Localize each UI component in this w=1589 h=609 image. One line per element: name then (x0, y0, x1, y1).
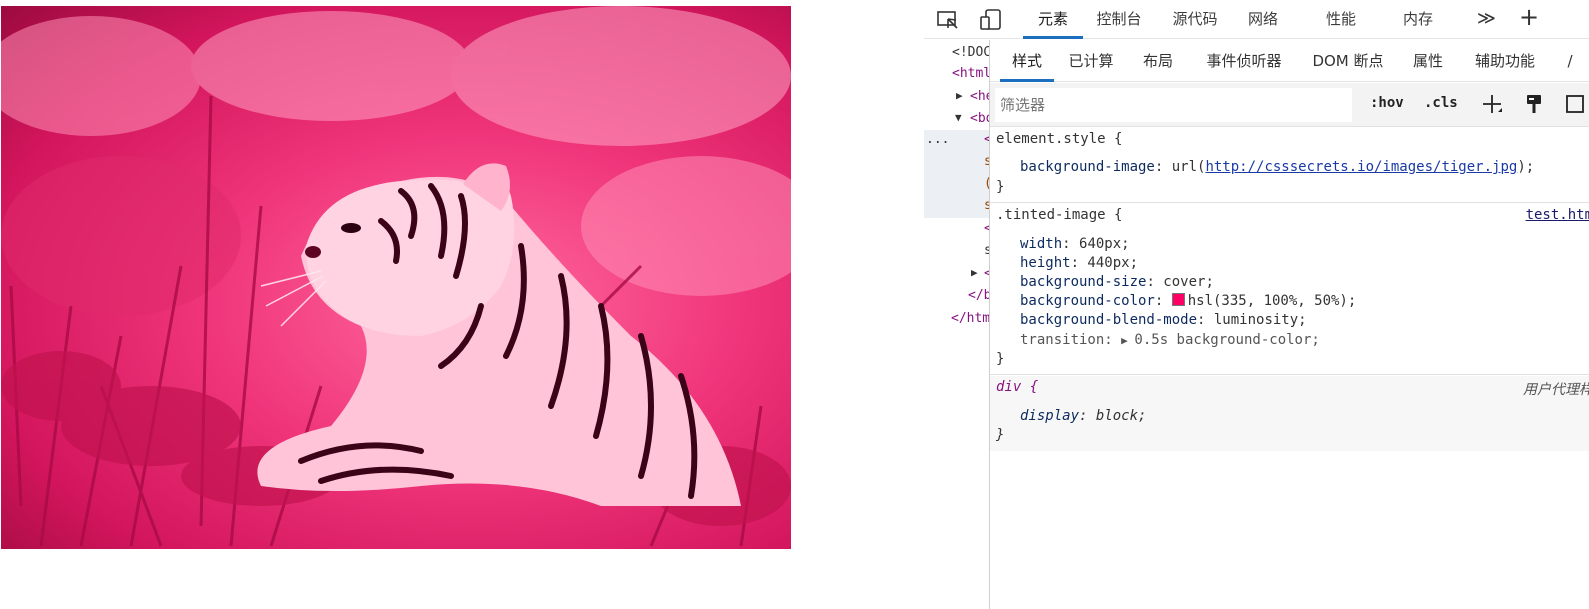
dom-body[interactable]: <bo (970, 111, 990, 126)
color-swatch-icon[interactable] (1171, 293, 1185, 306)
style-property[interactable]: width: 640px; (1020, 236, 1130, 252)
property-value[interactable]: : luminosity; (1197, 312, 1307, 328)
property-suffix: ); (1517, 159, 1535, 175)
tab-sources[interactable]: 源代码 (1163, 0, 1227, 39)
dom-ellipsis[interactable]: ... (926, 132, 949, 147)
property-name[interactable]: height (1020, 255, 1071, 271)
inspect-element-icon[interactable] (936, 8, 960, 32)
styles-pane: 样式 已计算 布局 事件侦听器 DOM 断点 属性 辅助功能 / :hov .c… (990, 40, 1589, 609)
tab-event-listeners[interactable]: 事件侦听器 (1201, 40, 1287, 82)
tab-memory[interactable]: 内存 (1394, 0, 1442, 39)
styles-tabbar: 样式 已计算 布局 事件侦听器 DOM 断点 属性 辅助功能 / (990, 40, 1589, 82)
dom-tree: <!DOC <html ▶ <he ▼ <bo ... < s ( s < s … (924, 40, 990, 609)
style-property[interactable]: background-size: cover; (1020, 274, 1214, 290)
rule-source-label: 用户代理样 (1523, 382, 1589, 398)
tab-overflow[interactable]: / (1562, 40, 1578, 82)
devtools-main-tabbar: 元素 控制台 源代码 网络 性能 内存 ≫ + (924, 0, 1589, 39)
tiger-illustration (1, 6, 791, 547)
rule-element-style: element.style { background-image: url(ht… (990, 128, 1589, 203)
property-value: : block; (1079, 408, 1147, 424)
property-name[interactable]: background-size (1020, 274, 1146, 290)
new-style-rule-icon[interactable] (1481, 93, 1503, 115)
rule-selector[interactable]: element.style { (996, 131, 1122, 147)
sidebar-toggle-icon[interactable] (1565, 93, 1587, 115)
rule-selector[interactable]: .tinted-image { (996, 207, 1122, 223)
rule-close-brace: } (996, 427, 1005, 443)
rule-user-agent-div: div { 用户代理样 display: block; } (990, 376, 1589, 451)
rule-close-brace: } (996, 351, 1005, 367)
property-name[interactable]: background-blend-mode (1020, 312, 1197, 328)
property-prefix: : url( (1154, 159, 1206, 175)
property-name[interactable]: width (1020, 236, 1062, 252)
tab-styles[interactable]: 样式 (1000, 40, 1054, 82)
style-property: display: block; (1020, 408, 1146, 424)
dom-html[interactable]: <html (952, 66, 990, 81)
tab-accessibility[interactable]: 辅助功能 (1470, 40, 1540, 82)
property-value[interactable]: hsl(335, 100%, 50%); (1188, 293, 1357, 309)
expand-animation-icon[interactable]: ▶ (1121, 334, 1134, 347)
rule-selector[interactable]: div { (996, 379, 1038, 395)
tab-performance[interactable]: 性能 (1317, 0, 1365, 39)
tab-properties[interactable]: 属性 (1410, 40, 1446, 82)
dom-html-close[interactable]: </htm (951, 311, 990, 326)
rule-close-brace: } (996, 179, 1005, 195)
expand-triangle-icon[interactable]: ▶ (971, 266, 978, 279)
more-tabs-icon[interactable]: ≫ (1477, 8, 1496, 29)
property-name[interactable]: background-color (1020, 293, 1155, 309)
rule-source-link[interactable]: test.htm (1526, 207, 1589, 223)
property-value[interactable]: : cover; (1146, 274, 1213, 290)
device-emulation-icon[interactable] (979, 8, 1003, 32)
tab-network[interactable]: 网络 (1239, 0, 1287, 39)
property-value[interactable]: 0.5s background-color; (1134, 332, 1319, 348)
style-property[interactable]: background-image: url(http://csssecrets.… (1020, 159, 1534, 175)
tab-dom-breakpoints[interactable]: DOM 断点 (1308, 40, 1388, 82)
cls-button[interactable]: .cls (1424, 95, 1458, 111)
styles-filter-input[interactable] (995, 88, 1352, 122)
property-name[interactable]: background-image (1020, 159, 1155, 175)
rule-tinted-image: .tinted-image { test.htm width: 640px; h… (990, 204, 1589, 375)
property-value[interactable]: : 640px; (1062, 236, 1129, 252)
hov-button[interactable]: :hov (1370, 95, 1404, 111)
property-value[interactable]: : 440px; (1071, 255, 1138, 271)
dom-head[interactable]: <he (970, 89, 990, 104)
paint-brush-icon[interactable] (1523, 93, 1545, 115)
dom-doctype[interactable]: <!DOC (952, 45, 990, 60)
filter-bar: :hov .cls (990, 83, 1589, 127)
dom-body-close[interactable]: </b (968, 288, 990, 303)
style-property[interactable]: background-color: hsl(335, 100%, 50%); (1020, 293, 1356, 309)
expand-triangle-icon[interactable]: ▶ (956, 89, 963, 102)
property-name[interactable]: transition (1020, 332, 1104, 348)
style-property[interactable]: background-blend-mode: luminosity; (1020, 312, 1307, 328)
tiger-image (1, 6, 791, 549)
style-property[interactable]: transition: ▶ 0.5s background-color; (1020, 332, 1320, 348)
tab-layout[interactable]: 布局 (1140, 40, 1176, 82)
devtools-panel: 元素 控制台 源代码 网络 性能 内存 ≫ + <!DOC <html ▶ <h… (924, 0, 1589, 609)
property-name: display (1020, 408, 1080, 424)
tab-console[interactable]: 控制台 (1087, 0, 1151, 39)
style-property[interactable]: height: 440px; (1020, 255, 1138, 271)
add-tab-icon[interactable]: + (1519, 3, 1539, 31)
image-url-link[interactable]: http://csssecrets.io/images/tiger.jpg (1205, 159, 1517, 175)
collapse-triangle-icon[interactable]: ▼ (955, 111, 962, 124)
tab-computed[interactable]: 已计算 (1065, 40, 1117, 82)
tab-elements[interactable]: 元素 (1023, 0, 1083, 39)
